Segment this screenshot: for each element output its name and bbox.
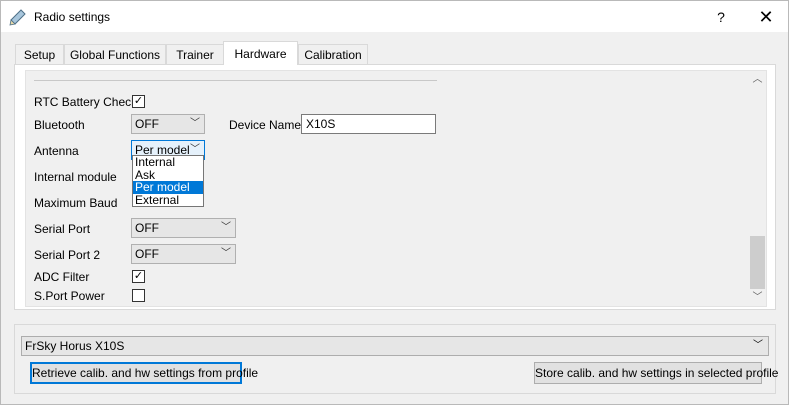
scroll-up-icon[interactable]: ︿ [749,71,766,88]
bluetooth-label: Bluetooth [34,118,85,132]
tab-trainer[interactable]: Trainer [166,44,224,65]
tab-global-functions[interactable]: Global Functions [64,44,166,65]
profile-select[interactable]: FrSky Horus X10S ﹀ [21,336,769,356]
antenna-dropdown-list: Internal Ask Per model External [132,155,204,207]
adc-filter-checkbox[interactable]: ✓ [132,270,145,283]
sport-power-label: S.Port Power [34,289,105,303]
store-settings-button[interactable]: Store calib. and hw settings in selected… [534,362,778,384]
rtc-battery-check-checkbox[interactable]: ✓ [132,95,145,108]
dropdown-option-internal[interactable]: Internal [133,156,203,169]
bluetooth-select[interactable]: OFF ﹀ [131,114,205,134]
hardware-panel: RTC Battery Check ✓ Bluetooth OFF ﹀ Devi… [14,64,776,310]
adc-filter-label: ADC Filter [34,270,90,284]
radio-settings-window: Radio settings ? ✕ Setup Global Function… [0,0,789,405]
chevron-down-icon: ﹀ [753,340,763,351]
internal-module-label: Internal module [34,170,117,184]
profile-value: FrSky Horus X10S [25,339,125,353]
serial-port-2-select[interactable]: OFF ﹀ [131,244,236,264]
window-title: Radio settings [34,10,111,24]
chevron-down-icon: ﹀ [190,118,200,129]
device-name-label: Device Name: [229,118,305,132]
tab-setup[interactable]: Setup [15,44,64,65]
serial-port-label: Serial Port [34,222,91,236]
serial-port-2-label: Serial Port 2 [34,248,101,262]
serial-port-value: OFF [135,221,159,235]
rtc-battery-check-label: RTC Battery Check [34,95,138,109]
help-button[interactable]: ? [704,5,738,29]
scroll-down-icon[interactable]: ﹀ [749,289,766,306]
dropdown-option-external[interactable]: External [133,193,203,207]
retrieve-settings-button[interactable]: Retrieve calib. and hw settings from pro… [30,362,258,384]
scrollbar-thumb[interactable] [750,236,765,289]
close-button[interactable]: ✕ [749,5,783,29]
antenna-label: Antenna [34,144,79,158]
serial-port-2-value: OFF [135,247,159,261]
vertical-scrollbar[interactable]: ︿ ﹀ [749,71,766,306]
separator-line [34,80,437,81]
title-bar: Radio settings ? ✕ [1,1,788,32]
chevron-down-icon: ﹀ [221,222,231,233]
serial-port-select[interactable]: OFF ﹀ [131,218,236,238]
sport-power-checkbox[interactable] [132,289,145,302]
radio-settings-icon [9,8,27,26]
bluetooth-value: OFF [135,117,159,131]
tab-hardware[interactable]: Hardware [223,41,298,65]
tab-calibration[interactable]: Calibration [298,44,368,65]
chevron-down-icon: ﹀ [221,248,231,259]
dropdown-option-per-model[interactable]: Per model [133,181,203,194]
device-name-field[interactable]: X10S [301,114,436,134]
maximum-baud-label: Maximum Baud [34,196,118,210]
